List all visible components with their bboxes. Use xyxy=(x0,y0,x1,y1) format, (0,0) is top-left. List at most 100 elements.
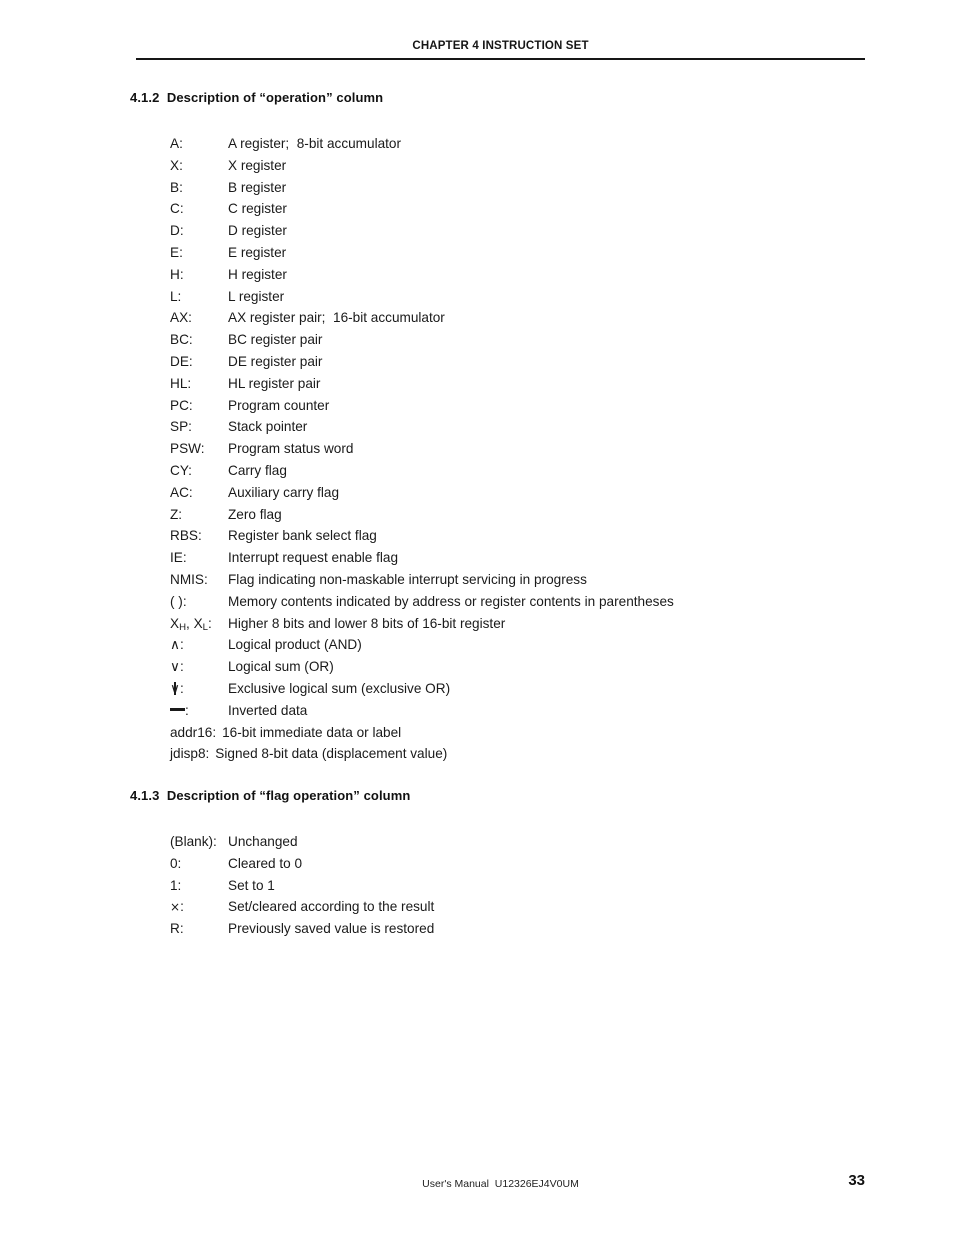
definition-description: Stack pointer xyxy=(228,419,308,435)
manual-page: CHAPTER 4 INSTRUCTION SET 4.1.2 Descript… xyxy=(0,0,954,1235)
definition-description: Memory contents indicated by address or … xyxy=(228,593,674,609)
definition-term: SP: xyxy=(170,419,192,435)
definition-row: CY: Carry flag xyxy=(170,460,674,482)
definition-term: B: xyxy=(170,179,183,195)
definition-row: R: Previously saved value is restored xyxy=(170,918,434,940)
definition-term: A: xyxy=(170,136,183,151)
definition-description: AX register pair; 16-bit accumulator xyxy=(228,310,445,326)
definition-description: Register bank select flag xyxy=(228,528,377,544)
definition-term: 0: xyxy=(170,855,182,871)
definition-description: Logical product (AND) xyxy=(228,637,362,653)
cross-icon: × xyxy=(170,900,181,915)
definition-description: Inverted data xyxy=(228,702,308,718)
definition-row: SP: Stack pointer xyxy=(170,416,674,438)
definition-row: DE: DE register pair xyxy=(170,351,674,373)
definition-list-operation: A: A register; 8-bit accumulator X: X regi… xyxy=(170,133,674,765)
definition-description: Zero flag xyxy=(228,506,282,522)
definition-description: Exclusive logical sum (exclusive OR) xyxy=(228,680,451,696)
definition-row: Z: Zero flag xyxy=(170,504,674,526)
definition-term: AX: xyxy=(170,310,192,326)
definition-row: B: B register xyxy=(170,177,674,199)
definition-description: Auxiliary carry flag xyxy=(228,484,340,500)
definition-description: BC register pair xyxy=(228,332,323,348)
definition-row: X: X register xyxy=(170,155,674,177)
definition-row: : Inverted data xyxy=(170,700,674,722)
running-head: CHAPTER 4 INSTRUCTION SET xyxy=(412,40,589,52)
definition-row: E: E register xyxy=(170,242,674,264)
definition-term: HL: xyxy=(170,375,192,391)
logical-or-icon: ∨ xyxy=(170,659,180,676)
definition-description: Set/cleared according to the result xyxy=(228,899,435,915)
definition-description: A register; 8-bit accumulator xyxy=(228,136,402,151)
definition-term-subscript: XH, XL: xyxy=(170,615,212,634)
definition-description: Cleared to 0 xyxy=(228,855,303,871)
section-heading-operation: 4.1.2 Description of “operation” column xyxy=(130,90,384,105)
definition-row: 0: Cleared to 0 xyxy=(170,853,434,875)
definition-description: E register xyxy=(228,244,287,260)
definition-row: RBS: Register bank select flag xyxy=(170,525,674,547)
overline-bar-icon xyxy=(170,707,185,711)
definition-term: DE: xyxy=(170,353,193,369)
definition-term: L: xyxy=(170,288,182,304)
definition-description: L register xyxy=(228,288,285,304)
definition-row: ∧: Logical product (AND) xyxy=(170,634,674,656)
definition-row: NMIS: Flag indicating non-maskable interr… xyxy=(170,569,674,591)
definition-row: A: A register; 8-bit accumulator xyxy=(170,133,674,155)
definition-term: jdisp8: xyxy=(170,746,210,762)
definition-term: NMIS: xyxy=(170,571,208,587)
definition-term: IE: xyxy=(170,550,187,566)
definition-row: 1: Set to 1 xyxy=(170,875,434,897)
definition-row: ∨: Exclusive logical sum (exclusive OR) xyxy=(170,678,674,700)
definition-description: Previously saved value is restored xyxy=(228,921,435,937)
definition-term: Z: xyxy=(170,506,183,522)
definition-term: AC: xyxy=(170,484,193,500)
definition-description: Signed 8-bit data (displacement value) xyxy=(215,746,448,762)
definition-description: Unchanged xyxy=(228,834,298,849)
definition-row: D: D register xyxy=(170,220,674,242)
definition-row: ×: Set/cleared according to the result xyxy=(170,896,434,918)
definition-row: IE: Interrupt request enable flag xyxy=(170,547,674,569)
definition-description: Set to 1 xyxy=(228,877,275,893)
definition-term: RBS: xyxy=(170,528,202,544)
definition-term: D: xyxy=(170,223,184,239)
definition-term: PSW: xyxy=(170,441,205,457)
logical-and-icon: ∧ xyxy=(170,637,180,654)
definition-description: X register xyxy=(228,157,287,173)
definition-row: L: L register xyxy=(170,286,674,308)
exclusive-or-icon: ∨ xyxy=(170,680,180,697)
definition-description: Program counter xyxy=(228,397,330,413)
definition-row: ∨: Logical sum (OR) xyxy=(170,656,674,678)
definition-row: jdisp8: Signed 8-bit data (displacement v… xyxy=(170,743,674,765)
definition-term: E: xyxy=(170,244,183,260)
definition-term-xor: ∨: xyxy=(170,680,184,697)
definition-term: addr16: xyxy=(170,724,217,740)
definition-description: H register xyxy=(228,266,287,282)
page-number: 33 xyxy=(848,1172,865,1189)
definition-description: Flag indicating non-maskable interrupt s… xyxy=(228,571,587,587)
definition-description: D register xyxy=(228,223,287,239)
definition-row: AC: Auxiliary carry flag xyxy=(170,482,674,504)
definition-row: PSW: Program status word xyxy=(170,438,674,460)
definition-description: HL register pair xyxy=(228,375,321,391)
definition-term: (Blank): xyxy=(170,834,217,849)
definition-description: B register xyxy=(228,179,287,195)
definition-description: 16-bit immediate data or label xyxy=(222,724,402,740)
definition-description: Higher 8 bits and lower 8 bits of 16-bit… xyxy=(228,615,506,631)
section-heading-flag-operation: 4.1.3 Description of “flag operation” co… xyxy=(130,788,411,803)
definition-term-overline: : xyxy=(170,700,228,722)
definition-description: Interrupt request enable flag xyxy=(228,550,399,566)
definition-row: C: C register xyxy=(170,198,674,220)
definition-description: Carry flag xyxy=(228,462,287,478)
definition-term: X: xyxy=(170,157,183,173)
definition-description: Logical sum (OR) xyxy=(228,659,334,675)
definition-list-flag-operation: (Blank): Unchanged 0: Cleared to 0 1: Set t… xyxy=(170,831,434,940)
definition-row: BC: BC register pair xyxy=(170,329,674,351)
definition-row: addr16: 16-bit immediate data or label xyxy=(170,722,674,744)
definition-description: C register xyxy=(228,201,287,217)
definition-row: HL: HL register pair xyxy=(170,373,674,395)
definition-term: H: xyxy=(170,266,184,282)
definition-term: PC: xyxy=(170,397,193,413)
definition-term: R: xyxy=(170,921,184,937)
definition-term: BC: xyxy=(170,332,193,348)
definition-term: C: xyxy=(170,201,184,217)
